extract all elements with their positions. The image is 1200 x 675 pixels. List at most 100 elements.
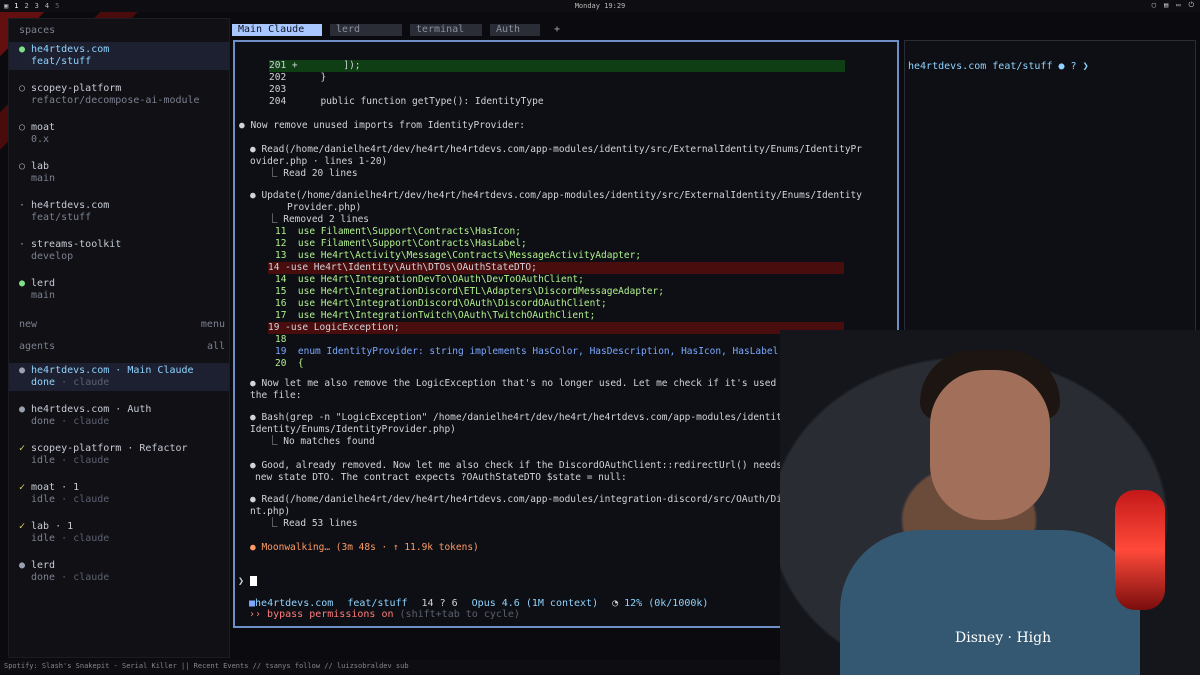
agent-title: he4rtdevs.com · Main Claude [31, 365, 194, 376]
workspace-1[interactable]: 1 [14, 2, 18, 10]
agent-status: done [31, 377, 56, 388]
terminal-line: ● Moonwalking… (3m 48s · ↑ 11.9k tokens) [250, 542, 479, 553]
space-name: moat [31, 122, 56, 133]
agent-item[interactable]: ● he4rtdevs.com · Auth done · claude [9, 402, 229, 430]
spaces-list: ● he4rtdevs.com feat/stuff ○ scopey-plat… [9, 42, 229, 304]
agent-status-icon: ● [19, 560, 26, 571]
terminal-line: 14 use He4rt\IntegrationDevTo\OAuth\DevT… [275, 274, 584, 285]
terminal-line: 13 use He4rt\Activity\Message\Contracts\… [275, 250, 642, 261]
person-face [930, 370, 1050, 520]
agent-item[interactable]: ✓ moat · 1 idle · claude [9, 480, 229, 508]
gauge-icon: ◔ [612, 598, 625, 609]
agent-item[interactable]: ✓ lab · 1 idle · claude [9, 519, 229, 547]
terminal-line: 203 [269, 84, 287, 95]
terminal-line: Identity/Enums/IdentityProvider.php) [250, 424, 456, 435]
terminal-line: 11 use Filament\Support\Contracts\HasIco… [275, 226, 521, 237]
agents-list: ● he4rtdevs.com · Main Claude done · cla… [9, 363, 229, 597]
space-item[interactable]: · he4rtdevs.com feat/stuff [9, 198, 229, 226]
all-agents-button[interactable]: all [207, 341, 225, 352]
space-branch: feat/stuff [31, 56, 92, 67]
workspace-4[interactable]: 4 [45, 2, 49, 10]
model-status: Opus 4.6 (1M context) [471, 598, 599, 609]
terminal-line: 14 -use He4rt\Identity\Auth\DTOs\OAuthSt… [268, 262, 844, 274]
tab-auth[interactable]: Auth [490, 24, 540, 36]
agent-status: done [31, 572, 56, 583]
terminal-line: Provider.php) [287, 202, 362, 213]
terminal-line: 204 public function getType(): IdentityT… [269, 96, 544, 107]
tray-display-icon[interactable]: ▭ [1176, 1, 1180, 10]
space-name: lab [31, 161, 50, 172]
shirt-logo: Disney · High [955, 630, 1052, 646]
new-tab-button[interactable]: + [548, 24, 566, 36]
agents-label: agents [19, 341, 56, 352]
terminal-line: 202 } [269, 72, 327, 83]
tab-lerd[interactable]: lerd [330, 24, 402, 36]
spaces-header: spaces [9, 25, 229, 36]
agent-title: moat · 1 [31, 482, 80, 493]
tray-battery-icon[interactable]: ▤ [1164, 1, 1168, 10]
terminal-line: 12 use Filament\Support\Contracts\HasLab… [275, 238, 527, 249]
terminal-line: ⎿ Removed 2 lines [268, 214, 370, 225]
terminal-line: ● Now remove unused imports from Identit… [239, 120, 525, 131]
context-usage: ◔ 12% (0k/1000k) [612, 598, 709, 609]
agent-name: claude [73, 455, 110, 466]
permissions-mode[interactable]: ›› bypass permissions on [249, 609, 394, 620]
agent-status: done [31, 416, 56, 427]
terminal-line: ⎿ Read 20 lines [268, 168, 358, 179]
terminal-line: ● Good, already removed. Now let me also… [250, 460, 822, 471]
clock: Monday 19:29 [574, 2, 626, 10]
terminal-line: the file: [250, 390, 302, 401]
tray-box-icon[interactable]: ▢ [1152, 1, 1156, 10]
space-item[interactable]: ○ moat 0.x [9, 120, 229, 148]
agent-status-icon: ● [19, 404, 26, 415]
microphone [1115, 490, 1165, 610]
workspace-5[interactable]: 5 [55, 2, 59, 10]
agent-name: claude [73, 494, 110, 505]
space-branch: develop [31, 251, 74, 262]
agent-name: claude [73, 416, 110, 427]
terminal-line: 20 { [275, 358, 304, 369]
spaces-actions: new menu [9, 319, 229, 330]
agent-title: lab · 1 [31, 521, 74, 532]
agent-item[interactable]: ● lerd done · claude [9, 558, 229, 586]
app-grid-icon[interactable]: ▣ [4, 2, 8, 10]
space-name: scopey-platform [31, 83, 122, 94]
agent-status-icon: ● [19, 365, 26, 376]
status-dot-icon: ○ [19, 161, 26, 172]
change-counts: 14 ? 6 [421, 598, 458, 609]
space-item[interactable]: ○ lab main [9, 159, 229, 187]
workspace-2[interactable]: 2 [24, 2, 28, 10]
top-bar: ▣ 1 2 3 4 5 Monday 19:29 ▢ ▤ ▭ ⏻ [0, 0, 1200, 12]
space-item[interactable]: ● lerd main [9, 276, 229, 304]
terminal-line: 18 [275, 334, 287, 345]
agent-status-icon: ✓ [19, 443, 26, 454]
space-item[interactable]: · streams-toolkit develop [9, 237, 229, 265]
permissions-hint: (shift+tab to cycle) [399, 609, 520, 620]
agent-name: claude [73, 533, 110, 544]
workspace-3[interactable]: 3 [35, 2, 39, 10]
space-name: lerd [31, 278, 56, 289]
tab-terminal[interactable]: terminal [410, 24, 482, 36]
spaces-label: spaces [19, 25, 56, 36]
new-space-button[interactable]: new [19, 319, 37, 330]
agents-header: agents all [9, 341, 229, 352]
space-item[interactable]: ○ scopey-platform refactor/decompose-ai-… [9, 81, 229, 109]
agent-title: he4rtdevs.com · Auth [31, 404, 152, 415]
agent-item[interactable]: ✓ scopey-platform · Refactor idle · clau… [9, 441, 229, 469]
tab-main-claude[interactable]: Main Claude [232, 24, 322, 36]
space-branch: feat/stuff [31, 212, 92, 223]
space-item[interactable]: ● he4rtdevs.com feat/stuff [9, 42, 229, 70]
sidebar: spaces ● he4rtdevs.com feat/stuff ○ scop… [8, 18, 230, 658]
terminal-line: 19 -use LogicException; [268, 322, 844, 334]
status-dot-icon: · [19, 239, 26, 250]
status-dot-icon: ● [19, 44, 26, 55]
agent-title: lerd [31, 560, 56, 571]
workspace-switcher[interactable]: 1 2 3 4 5 [14, 2, 59, 10]
tray-power-icon[interactable]: ⏻ [1188, 1, 1194, 10]
terminal-line: ⎿ No matches found [268, 436, 375, 447]
status-dot-icon: ○ [19, 83, 26, 94]
agent-status-icon: ✓ [19, 482, 26, 493]
agent-item[interactable]: ● he4rtdevs.com · Main Claude done · cla… [9, 363, 229, 391]
menu-button[interactable]: menu [201, 319, 225, 330]
agent-status: idle [31, 455, 56, 466]
